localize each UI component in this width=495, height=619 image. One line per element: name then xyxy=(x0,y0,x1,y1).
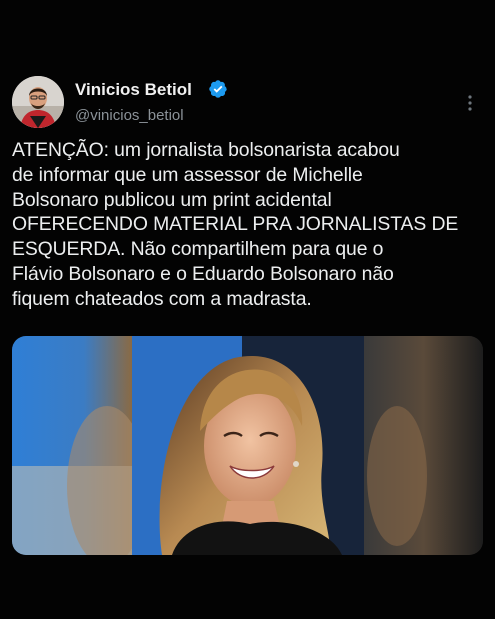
tweet-media-photo[interactable] xyxy=(12,336,483,555)
author-display-name[interactable]: Vinicios Betiol xyxy=(75,80,192,100)
tweet-card: Vinicios Betiol @vinicios_betiol ATENÇÃO… xyxy=(0,0,495,619)
author-handle[interactable]: @vinicios_betiol xyxy=(75,107,184,124)
tweet-text: ATENÇÃO: um jornalista bolsonarista acab… xyxy=(12,139,459,310)
verified-badge-icon xyxy=(209,80,227,98)
more-options-icon[interactable] xyxy=(462,92,478,114)
photo-image xyxy=(12,336,483,555)
author-avatar[interactable] xyxy=(12,76,64,128)
user-avatar-icon xyxy=(12,76,64,128)
